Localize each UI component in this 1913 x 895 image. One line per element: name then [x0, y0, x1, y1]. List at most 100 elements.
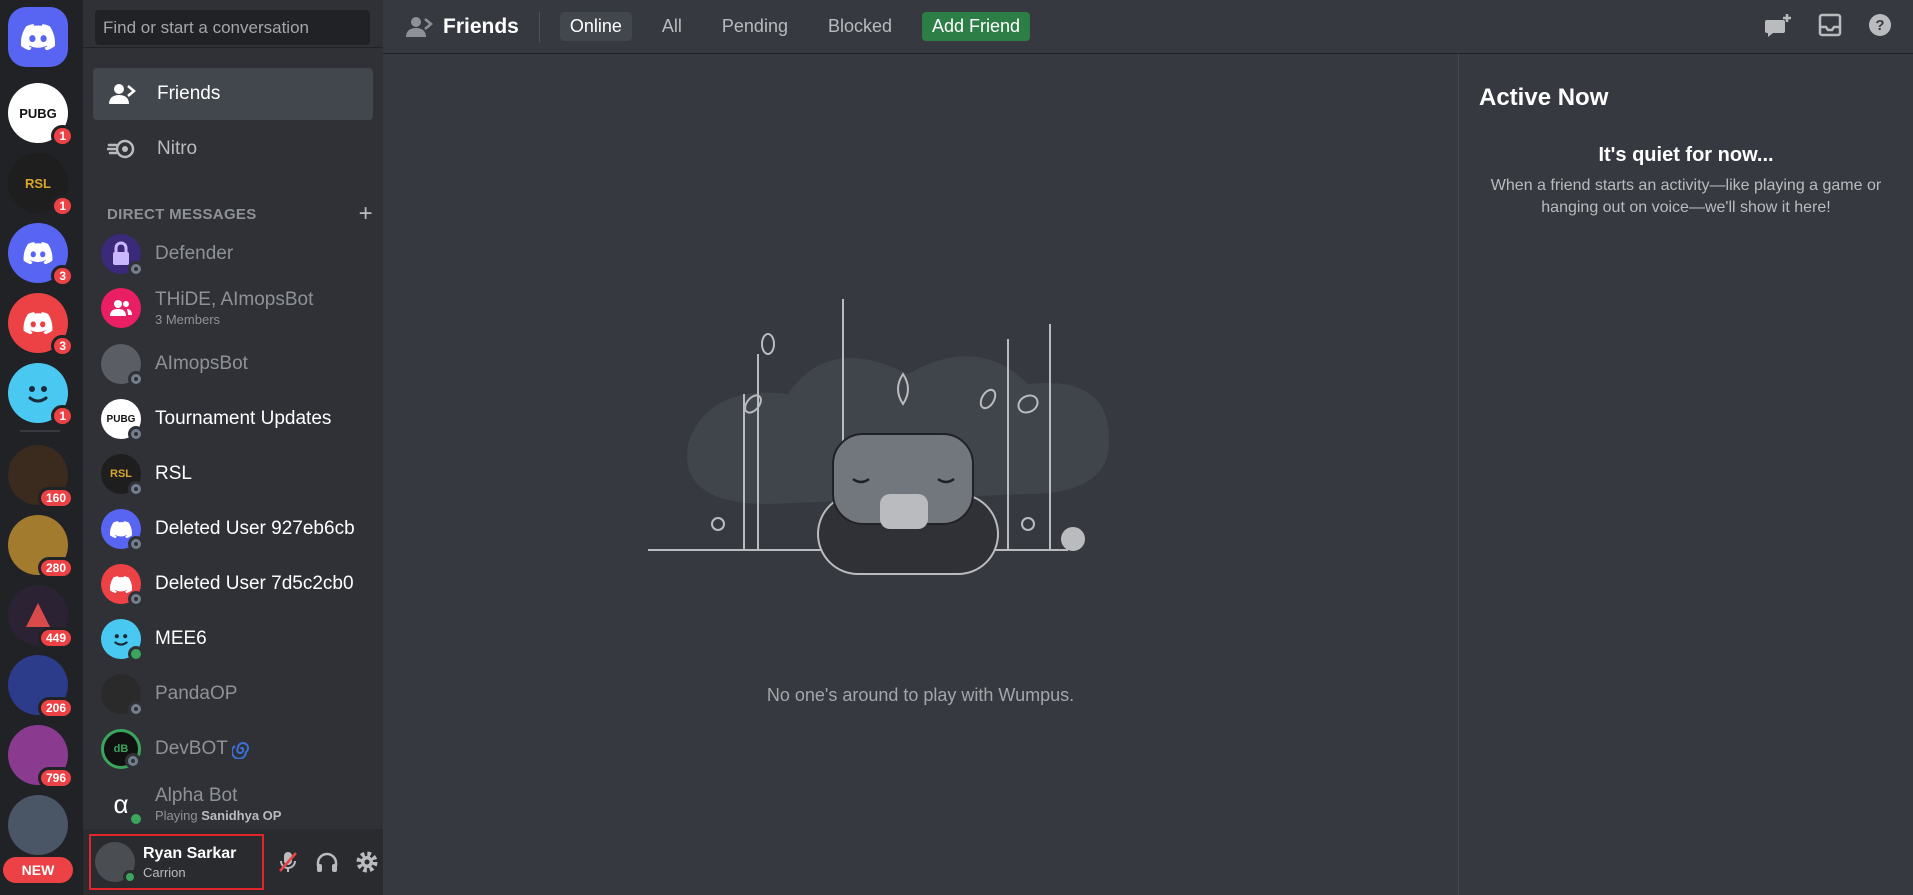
- offline-status-icon: [128, 701, 144, 717]
- dm-item-deleted-user-1[interactable]: Deleted User 927eb6cb: [93, 503, 373, 555]
- rail-separator: [20, 430, 60, 432]
- avatar: RSL: [101, 454, 144, 497]
- server-rsl[interactable]: RSL 1: [8, 153, 74, 217]
- dm-item-pandaop[interactable]: PandaOP: [93, 668, 373, 720]
- friends-wave-icon: [406, 16, 433, 37]
- user-panel: Ryan Sarkar Carrion: [83, 829, 383, 895]
- server-discord-red[interactable]: 3: [8, 293, 74, 357]
- offline-status-icon: [128, 261, 144, 277]
- active-now-title: Active Now: [1479, 84, 1609, 111]
- dm-member-count: 3 Members: [155, 312, 221, 327]
- offline-status-icon: [128, 481, 144, 497]
- mute-mic-button[interactable]: [272, 846, 304, 878]
- server-avatar-4[interactable]: 206: [8, 655, 74, 719]
- mic-muted-icon: [278, 852, 297, 872]
- group-people-icon: [110, 300, 132, 316]
- dm-item-deleted-user-2[interactable]: Deleted User 7d5c2cb0: [93, 558, 373, 610]
- search-bar: [83, 0, 383, 48]
- server-pubg[interactable]: PUBG 1: [8, 83, 74, 147]
- server-discord-blue[interactable]: 3: [8, 223, 74, 287]
- user-info[interactable]: Ryan Sarkar Carrion: [89, 834, 264, 890]
- offline-status-icon: [128, 426, 144, 442]
- dm-name: PandaOP: [155, 683, 238, 704]
- custom-status: Carrion: [143, 864, 186, 880]
- discord-logo-icon: [23, 242, 53, 264]
- dm-item-alpha-bot[interactable]: α Alpha Bot Playing Sanidhya OP: [93, 778, 373, 830]
- create-dm-plus-icon[interactable]: +: [359, 200, 373, 228]
- svg-text:?: ?: [1875, 17, 1884, 34]
- avatar: [101, 509, 144, 552]
- dm-item-rsl[interactable]: RSL RSL: [93, 448, 373, 500]
- server-mee6[interactable]: 1: [8, 363, 74, 427]
- dm-item-mee6[interactable]: MEE6: [93, 613, 373, 665]
- mention-badge: 3: [51, 335, 74, 357]
- dm-item-defender[interactable]: Defender: [93, 228, 373, 280]
- dm-name: Deleted User 927eb6cb: [155, 518, 355, 539]
- mention-badge: 449: [37, 627, 74, 649]
- dm-name: Alpha Bot: [155, 785, 238, 806]
- dm-section-header: DIRECT MESSAGES +: [107, 200, 373, 228]
- discord-logo-icon: [110, 575, 132, 593]
- help-icon[interactable]: ?: [1867, 12, 1893, 38]
- discord-logo-icon: [110, 520, 132, 538]
- activity-game: Sanidhya OP: [201, 808, 282, 823]
- deafen-button[interactable]: [311, 846, 343, 878]
- spiral-emoji-icon: [231, 742, 249, 759]
- add-friend-button[interactable]: Add Friend: [922, 12, 1031, 41]
- server-avatar-3[interactable]: 449: [8, 585, 74, 649]
- nav-nitro-label: Nitro: [157, 138, 198, 159]
- avatar: [101, 344, 144, 387]
- active-now-empty-heading: It's quiet for now...: [1598, 144, 1774, 166]
- home-button[interactable]: [8, 7, 68, 67]
- user-avatar: [95, 842, 137, 884]
- new-pill[interactable]: NEW: [3, 857, 73, 883]
- new-group-dm-icon[interactable]: [1763, 12, 1793, 42]
- dm-name: THiDE, AImopsBot: [155, 289, 314, 310]
- tab-online[interactable]: Online: [559, 12, 632, 41]
- dm-item-tournament-updates[interactable]: PUBG Tournament Updates: [93, 393, 373, 445]
- content-area: No one's around to play with Wumpus. Act…: [383, 54, 1913, 895]
- pubg-logo-icon: PUBG: [106, 413, 136, 425]
- dm-item-devbot[interactable]: dB DevBOT: [93, 723, 373, 775]
- inbox-icon[interactable]: [1817, 12, 1843, 38]
- server-rail: PUBG 1 RSL 1 3 3 1 160 280 449 206 796 N…: [0, 0, 83, 895]
- discord-logo-icon: [21, 24, 55, 50]
- dm-name: Defender: [155, 243, 234, 264]
- server-avatar-2[interactable]: 280: [8, 515, 74, 579]
- headphones-icon: [317, 852, 338, 872]
- mention-badge: 160: [37, 487, 74, 509]
- dm-name: MEE6: [155, 628, 207, 649]
- mention-badge: 3: [51, 265, 74, 287]
- triangle-logo-icon: [26, 603, 50, 627]
- tab-pending[interactable]: Pending: [712, 12, 798, 41]
- offline-status-icon: [125, 753, 141, 769]
- server-avatar-5[interactable]: 796: [8, 725, 74, 789]
- main-panel: Friends Online All Pending Blocked Add F…: [383, 0, 1913, 895]
- offline-status-icon: [128, 536, 144, 552]
- avatar: α: [101, 784, 144, 827]
- dm-item-group[interactable]: THiDE, AImopsBot 3 Members: [93, 282, 373, 334]
- user-settings-button[interactable]: [351, 846, 383, 878]
- gear-icon: [356, 851, 378, 873]
- avatar: dB: [101, 729, 141, 769]
- tab-all[interactable]: All: [652, 12, 692, 41]
- dm-name: Tournament Updates: [155, 408, 332, 429]
- avatar: [101, 674, 144, 717]
- online-status-icon: [123, 870, 137, 884]
- active-now-panel: Active Now It's quiet for now... When a …: [1458, 54, 1913, 895]
- dm-sidebar: Friends Nitro DIRECT MESSAGES + Defender: [83, 0, 383, 895]
- nav-friends[interactable]: Friends: [93, 68, 373, 120]
- nav-nitro[interactable]: Nitro: [93, 123, 373, 175]
- alpha-symbol-icon: α: [113, 788, 129, 819]
- tab-blocked[interactable]: Blocked: [818, 12, 902, 41]
- header-divider: [538, 11, 540, 42]
- offline-status-icon: [128, 591, 144, 607]
- wumpus-sleeping-illustration: [648, 299, 1109, 575]
- server-avatar-6[interactable]: [8, 795, 68, 855]
- server-avatar-1[interactable]: 160: [8, 445, 74, 509]
- active-now-empty-description: When a friend starts an activity—like pl…: [1490, 177, 1882, 216]
- friends-header: Friends Online All Pending Blocked Add F…: [383, 0, 1913, 54]
- search-input[interactable]: [95, 10, 370, 45]
- dm-item-aimopsbot[interactable]: AImopsBot: [93, 338, 373, 390]
- devbot-logo-icon: dB: [113, 743, 129, 755]
